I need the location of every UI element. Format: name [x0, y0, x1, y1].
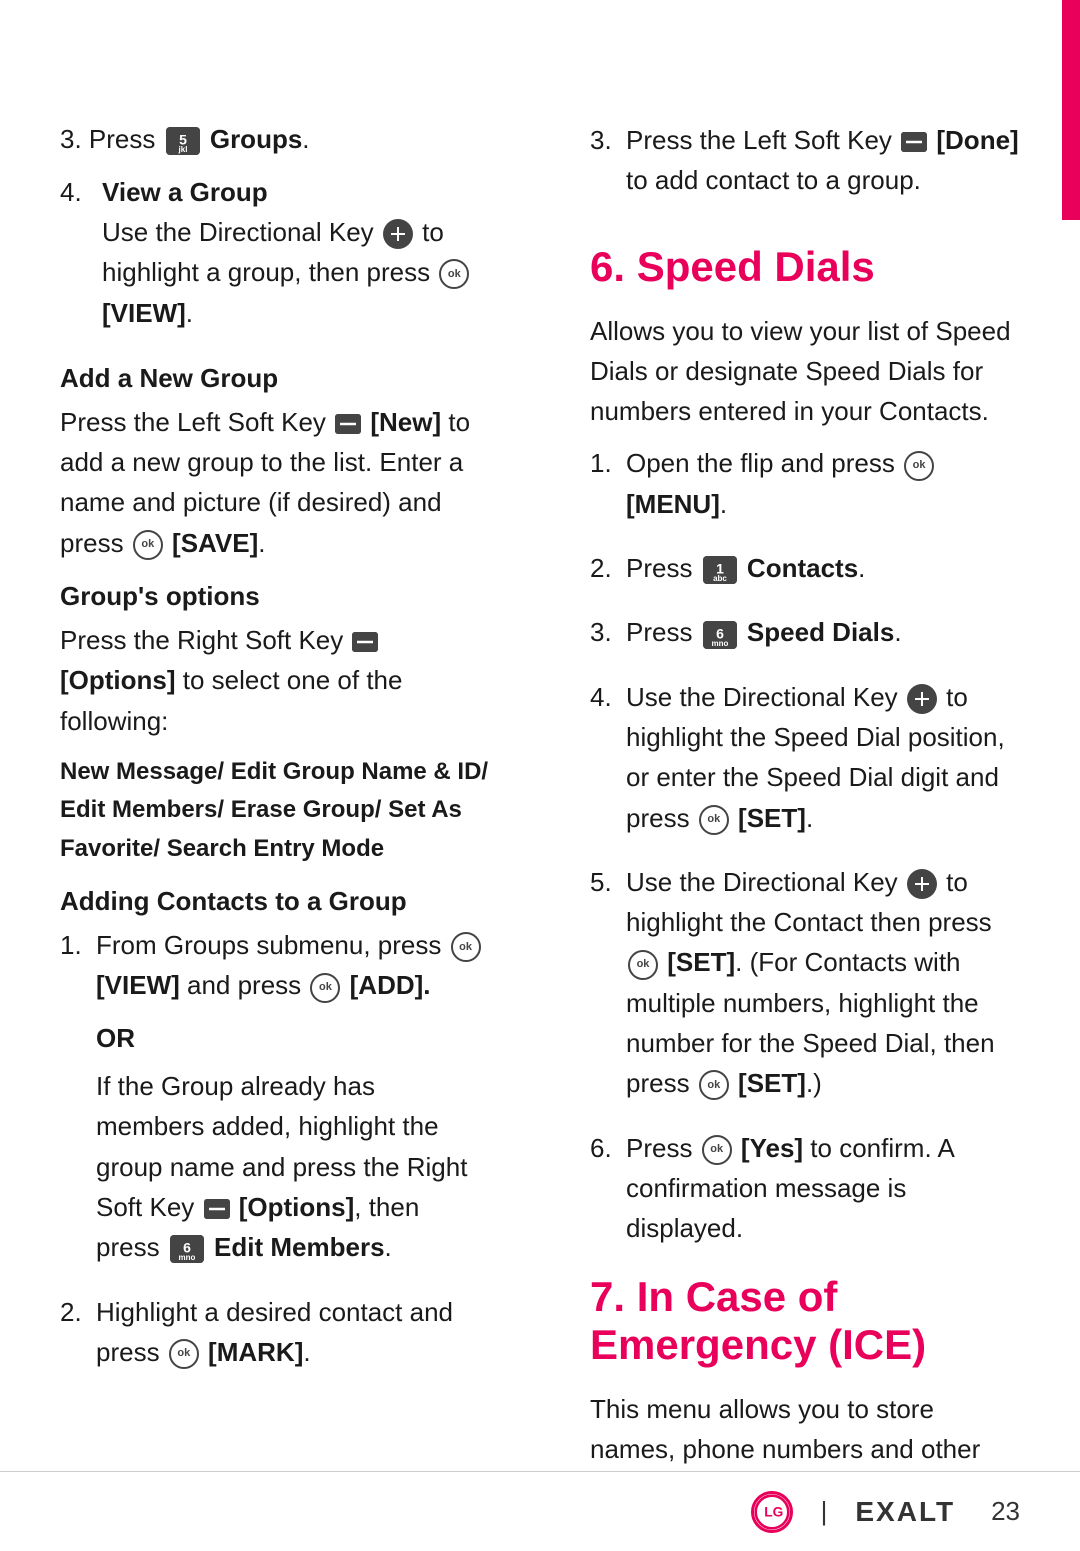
ice-heading: 7. In Case of Emergency (ICE)	[590, 1273, 1020, 1369]
sd-item5-text: Use the Directional Key to highlight the…	[626, 862, 1020, 1104]
dir-key-sd5	[907, 869, 937, 899]
svg-text:LG: LG	[764, 1504, 783, 1519]
sd-item-1: 1. Open the flip and press ok [MENU].	[590, 443, 1020, 536]
item3-press-text: Press	[89, 124, 163, 154]
adding-item-1: 1. From Groups submenu, press ok [VIEW] …	[60, 925, 490, 1279]
sd-item-5: 5. Use the Directional Key to highlight …	[590, 862, 1020, 1116]
sd-item6-num: 6.	[590, 1128, 626, 1168]
footer: LG | EXALT 23	[0, 1471, 1080, 1551]
svg-text:jkl: jkl	[177, 145, 187, 154]
sd-item3-text: Press 6 mno Speed Dials.	[626, 612, 1020, 652]
adding-item1-content: From Groups submenu, press ok [VIEW] and…	[96, 925, 490, 1279]
groups-options-body: Press the Right Soft Key [Options] to se…	[60, 620, 490, 741]
sd-item6-content: Press ok [Yes] to confirm. A confirmatio…	[626, 1128, 1020, 1261]
sd-item-2: 2. Press 1 abc Contacts.	[590, 548, 1020, 600]
svg-text:mno: mno	[711, 639, 728, 648]
sd-item-4: 4. Use the Directional Key to highlight …	[590, 677, 1020, 850]
ok-key-set2: ok	[628, 950, 658, 980]
right-item3-list: 3. Press the Left Soft Key [Done] to add…	[590, 120, 1020, 213]
left-column: 3. Press 5 jkl Groups. 4. View a Group	[60, 120, 520, 1391]
ok-key-view: ok	[451, 932, 481, 962]
sd-item3-num: 3.	[590, 612, 626, 652]
right-item3: 3. Press the Left Soft Key [Done] to add…	[590, 120, 1020, 213]
svg-text:abc: abc	[713, 574, 727, 583]
dir-key-sd4	[907, 684, 937, 714]
sd-item4-num: 4.	[590, 677, 626, 717]
sd-item5-num: 5.	[590, 862, 626, 902]
exalt-label: EXALT	[855, 1496, 955, 1528]
adding-contacts-list: 1. From Groups submenu, press ok [VIEW] …	[60, 925, 490, 1384]
sd-item2-num: 2.	[590, 548, 626, 588]
left-soft-key-new	[335, 414, 361, 434]
groups-key: 5 jkl	[166, 127, 200, 155]
speed-dials-heading: 6. Speed Dials	[590, 243, 1020, 291]
item4-number: 4.	[60, 173, 96, 212]
item4-content: View a Group Use the Directional Key to …	[102, 173, 490, 345]
right-item3-content: Press the Left Soft Key [Done] to add co…	[626, 120, 1020, 213]
footer-divider: |	[821, 1496, 828, 1527]
ice-intro: This menu allows you to store names, pho…	[590, 1389, 1020, 1470]
item4-body: Use the Directional Key to highlight a g…	[102, 212, 490, 333]
ok-key-save: ok	[133, 530, 163, 560]
adding-item1-or-text: If the Group already has members added, …	[96, 1066, 490, 1267]
sd-item-3: 3. Press 6 mno Speed Dials.	[590, 612, 1020, 664]
item3-groups-label: Groups.	[210, 124, 310, 154]
page-container: 3. Press 5 jkl Groups. 4. View a Group	[0, 0, 1080, 1551]
item3-number: 3.	[60, 124, 82, 154]
ok-key-mark: ok	[169, 1339, 199, 1369]
adding-contacts-heading: Adding Contacts to a Group	[60, 886, 490, 917]
sd-item6-text: Press ok [Yes] to confirm. A confirmatio…	[626, 1128, 1020, 1249]
page-number: 23	[991, 1496, 1020, 1527]
speed-dials-intro: Allows you to view your list of Speed Di…	[590, 311, 1020, 432]
lg-logo: LG	[751, 1491, 793, 1533]
adding-item2-num: 2.	[60, 1292, 96, 1332]
key-1-contacts: 1 abc	[703, 556, 737, 584]
right-column: 3. Press the Left Soft Key [Done] to add…	[580, 120, 1020, 1391]
svg-text:mno: mno	[178, 1253, 195, 1262]
sd-item3-content: Press 6 mno Speed Dials.	[626, 612, 1020, 664]
ok-key-set1: ok	[699, 805, 729, 835]
ok-key-add: ok	[310, 973, 340, 1003]
right-item3-num: 3.	[590, 120, 626, 160]
accent-bar	[1062, 0, 1080, 220]
add-new-group-heading: Add a New Group	[60, 363, 490, 394]
soft-key-options-2	[204, 1199, 230, 1219]
key-6-speed-dials: 6 mno	[703, 621, 737, 649]
groups-options-heading: Group's options	[60, 581, 490, 612]
content-wrapper: 3. Press 5 jkl Groups. 4. View a Group	[0, 60, 1080, 1391]
ok-key-set3: ok	[699, 1070, 729, 1100]
ok-key-menu: ok	[904, 451, 934, 481]
item4-heading: View a Group	[102, 177, 268, 207]
options-list: New Message/ Edit Group Name & ID/ Edit …	[60, 753, 490, 868]
ok-key-yes: ok	[702, 1135, 732, 1165]
sd-item4-content: Use the Directional Key to highlight the…	[626, 677, 1020, 850]
right-soft-key-options	[352, 632, 378, 652]
sd-item1-text: Open the flip and press ok [MENU].	[626, 443, 1020, 524]
adding-item1-text: From Groups submenu, press ok [VIEW] and…	[96, 925, 490, 1006]
item-3-groups: 3. Press 5 jkl Groups.	[60, 120, 490, 159]
item-4-view-group: 4. View a Group Use the Directional Key …	[60, 173, 490, 345]
sd-item-6: 6. Press ok [Yes] to confirm. A confirma…	[590, 1128, 1020, 1261]
sd-item4-text: Use the Directional Key to highlight the…	[626, 677, 1020, 838]
footer-logo: LG | EXALT 23	[751, 1491, 1020, 1533]
sd-item5-content: Use the Directional Key to highlight the…	[626, 862, 1020, 1116]
soft-key-done	[901, 132, 927, 152]
adding-item2-text: Highlight a desired contact and press ok…	[96, 1292, 490, 1373]
ok-key-icon: ok	[439, 259, 469, 289]
sd-item1-content: Open the flip and press ok [MENU].	[626, 443, 1020, 536]
adding-item-2: 2. Highlight a desired contact and press…	[60, 1292, 490, 1385]
or-text: OR	[96, 1018, 490, 1058]
speed-dials-list: 1. Open the flip and press ok [MENU]. 2.	[590, 443, 1020, 1260]
lg-circle-icon: LG	[751, 1491, 793, 1533]
sd-item2-content: Press 1 abc Contacts.	[626, 548, 1020, 600]
add-new-group-body: Press the Left Soft Key [New] to add a n…	[60, 402, 490, 563]
adding-item2-content: Highlight a desired contact and press ok…	[96, 1292, 490, 1385]
dir-key-icon	[383, 219, 413, 249]
sd-item1-num: 1.	[590, 443, 626, 483]
adding-item1-num: 1.	[60, 925, 96, 965]
right-item3-text: Press the Left Soft Key [Done] to add co…	[626, 120, 1020, 201]
sd-item2-text: Press 1 abc Contacts.	[626, 548, 1020, 588]
key-6-edit: 6 mno	[170, 1235, 204, 1263]
